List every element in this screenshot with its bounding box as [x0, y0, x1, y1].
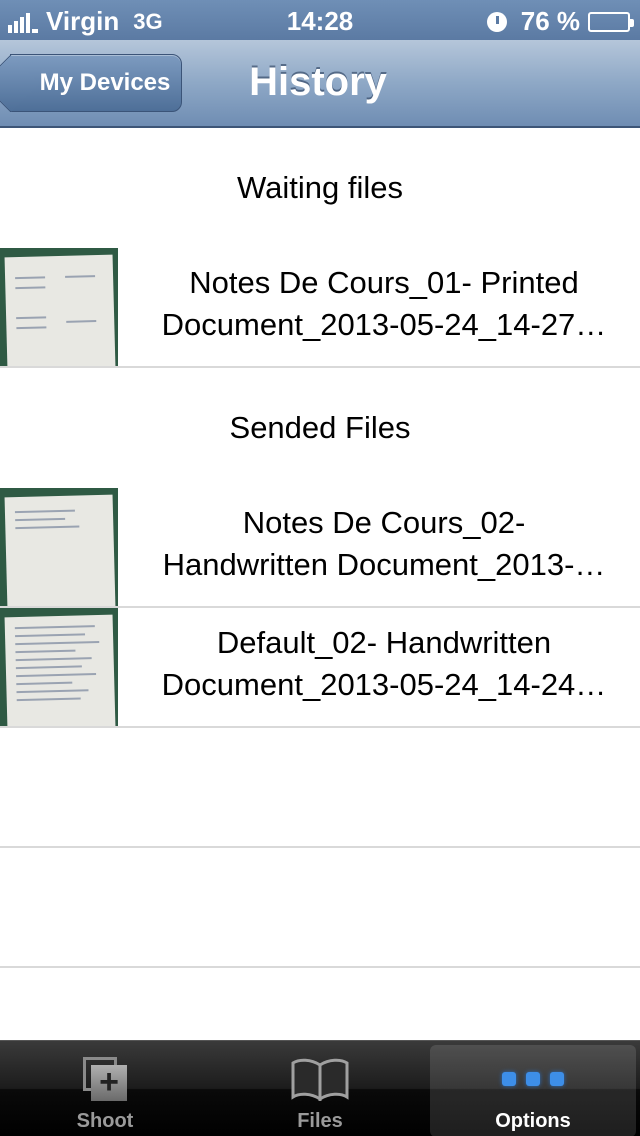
document-thumbnail [0, 248, 118, 366]
status-right: 76 % [486, 6, 634, 37]
tab-shoot[interactable]: + Shoot [2, 1045, 208, 1136]
file-name-line2: Document_2013-05-24_14-27… [161, 307, 607, 342]
document-thumbnail [0, 488, 118, 606]
tab-options[interactable]: Options [430, 1045, 636, 1136]
list-item[interactable]: Notes De Cours_01- Printed Document_2013… [0, 248, 640, 368]
page-title: History [249, 60, 387, 104]
file-name: Default_02- Handwritten Document_2013-05… [128, 622, 640, 706]
file-name: Notes De Cours_01- Printed Document_2013… [128, 262, 640, 346]
file-name-line1: Default_02- Handwritten [216, 625, 552, 660]
empty-row [0, 728, 640, 848]
tab-icon-wrap [497, 1054, 569, 1104]
file-name-line1: Notes De Cours_01- Printed [189, 265, 579, 300]
section-header-waiting: Waiting files [237, 170, 403, 205]
history-list[interactable]: Waiting files Notes De Cours_01- Printed… [0, 128, 640, 1040]
tab-icon-wrap [291, 1054, 349, 1104]
battery-icon [588, 11, 634, 32]
battery-percent: 76 % [520, 6, 580, 36]
status-bar: Virgin 3G 14:28 76 % [0, 0, 640, 40]
section-header-sended: Sended Files [229, 410, 411, 445]
paper-image [4, 494, 116, 606]
tab-files[interactable]: Files [217, 1045, 423, 1136]
paper-image [4, 614, 116, 726]
navigation-bar: My Devices History [0, 40, 640, 128]
file-name: Notes De Cours_02- Handwritten Document_… [128, 502, 640, 586]
file-name-line2: Handwritten Document_2013-… [162, 547, 606, 582]
alarm-icon [486, 11, 507, 32]
tab-label: Options [495, 1110, 571, 1132]
paper-image [4, 254, 116, 366]
tab-label: Files [297, 1110, 343, 1132]
file-name-line2: Document_2013-05-24_14-24… [161, 667, 607, 702]
tab-bar: + Shoot Files Options [0, 1040, 640, 1136]
tab-label: Shoot [76, 1110, 134, 1132]
document-thumbnail [0, 608, 118, 726]
file-name-line1: Notes De Cours_02- [242, 505, 526, 540]
book-icon [291, 1058, 349, 1101]
empty-row [0, 848, 640, 968]
list-item[interactable]: Notes De Cours_02- Handwritten Document_… [0, 488, 640, 608]
list-item[interactable]: Default_02- Handwritten Document_2013-05… [0, 608, 640, 728]
shoot-icon: + [83, 1057, 127, 1101]
tab-icon-wrap: + [83, 1054, 127, 1104]
more-icon [497, 1072, 569, 1086]
